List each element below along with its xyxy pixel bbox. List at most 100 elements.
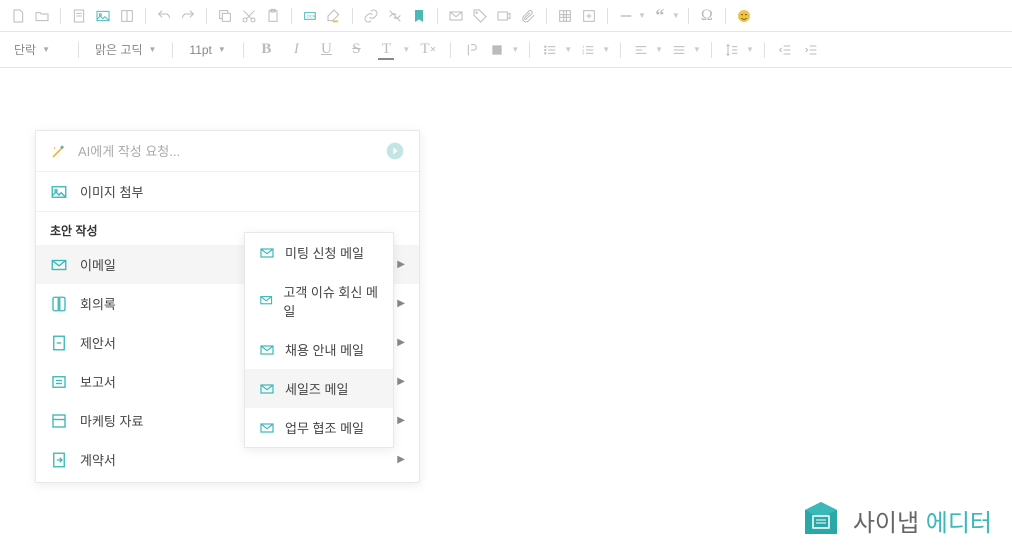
arrow-icon: ▶ [397, 454, 405, 465]
submenu-item-sales[interactable]: 세일즈 메일 [245, 369, 393, 408]
arrow-icon: ▶ [397, 298, 405, 309]
italic-button[interactable]: I [284, 38, 308, 62]
attach-image-item[interactable]: 이미지 첨부 [36, 172, 419, 211]
item-label: 채용 안내 메일 [285, 340, 364, 359]
caret-icon: ▼ [746, 45, 754, 54]
separator [546, 8, 547, 24]
font-select[interactable]: 맑은 고딕 ▼ [89, 39, 162, 60]
arrow-doc-icon [50, 451, 68, 469]
open-icon[interactable] [32, 6, 52, 26]
doc-icon [50, 334, 68, 352]
image-icon[interactable] [93, 6, 113, 26]
copy-icon[interactable] [215, 6, 235, 26]
separator [620, 42, 621, 58]
separator [764, 42, 765, 58]
mail-icon [259, 342, 275, 358]
paragraph-style-select[interactable]: 단락 ▼ [8, 39, 68, 60]
caret-icon: ▼ [511, 45, 519, 54]
separator [437, 8, 438, 24]
underline-button[interactable]: U [314, 38, 338, 62]
font-value: 맑은 고딕 [95, 41, 143, 58]
separator [243, 42, 244, 58]
bullet-list-icon[interactable] [540, 40, 560, 60]
paragraph-style-value: 단락 [14, 41, 36, 58]
submenu-item-hiring[interactable]: 채용 안내 메일 [245, 330, 393, 369]
bg-color-icon[interactable] [487, 40, 507, 60]
item-label: 미팅 신청 메일 [285, 243, 364, 262]
bookmark-icon[interactable] [409, 6, 429, 26]
cut-icon[interactable] [239, 6, 259, 26]
separator [206, 8, 207, 24]
menu-item-notice[interactable]: 공지사항 ▶ [36, 479, 419, 482]
ai-prompt-input[interactable] [78, 144, 385, 159]
submenu-item-coop[interactable]: 업무 협조 메일 [245, 408, 393, 447]
symbol-icon[interactable]: Ω [697, 6, 717, 26]
redo-icon[interactable] [178, 6, 198, 26]
table-icon[interactable] [555, 6, 575, 26]
caret-icon: ▼ [672, 11, 680, 20]
brand-name-1: 사이냅 [853, 510, 919, 537]
line-height-icon[interactable] [722, 40, 742, 60]
clear-format-button[interactable]: T✕ [416, 38, 440, 62]
highlight-icon[interactable] [324, 6, 344, 26]
caret-icon: ▼ [638, 11, 646, 20]
toolbar-row-1: OCR ▼ “ ▼ Ω [0, 0, 1012, 32]
arrow-icon: ▶ [397, 376, 405, 387]
item-label: 세일즈 메일 [285, 379, 348, 398]
arrow-icon: ▶ [397, 415, 405, 426]
align-justify-icon[interactable] [669, 40, 689, 60]
caret-icon: ▼ [42, 45, 50, 54]
wand-icon [50, 142, 68, 160]
emoji-icon[interactable] [734, 6, 754, 26]
separator [725, 8, 726, 24]
hr-icon[interactable] [616, 6, 636, 26]
ocr-icon[interactable]: OCR [300, 6, 320, 26]
font-size-select[interactable]: 11pt ▼ [183, 41, 233, 59]
layout-icon [50, 412, 68, 430]
outdent-icon[interactable] [775, 40, 795, 60]
insert-icon[interactable] [579, 6, 599, 26]
separator [607, 8, 608, 24]
font-size-value: 11pt [189, 43, 211, 57]
brand-logo-area: 사이냅 에디터 [801, 500, 992, 540]
separator [529, 42, 530, 58]
mail-icon [259, 293, 273, 309]
quote-icon[interactable]: “ [650, 6, 670, 26]
number-list-icon[interactable]: 123 [578, 40, 598, 60]
separator [78, 42, 79, 58]
video-icon[interactable] [494, 6, 514, 26]
separator [352, 8, 353, 24]
submenu-item-customer[interactable]: 고객 이슈 회신 메일 [245, 272, 393, 330]
brand-name-2: 에디터 [926, 510, 992, 537]
unlink-icon[interactable] [385, 6, 405, 26]
arrow-icon: ▶ [397, 337, 405, 348]
item-label: 고객 이슈 회신 메일 [283, 282, 379, 320]
strikethrough-button[interactable]: S [344, 38, 368, 62]
caret-icon: ▼ [149, 45, 157, 54]
undo-icon[interactable] [154, 6, 174, 26]
toolbar-row-2: 단락 ▼ 맑은 고딕 ▼ 11pt ▼ B I U S T ▼ T✕ ▼ ▼ 1… [0, 32, 1012, 68]
paste-icon[interactable] [263, 6, 283, 26]
caret-icon: ▼ [218, 45, 226, 54]
book-icon [50, 295, 68, 313]
link-icon[interactable] [361, 6, 381, 26]
align-left-icon[interactable] [631, 40, 651, 60]
bold-button[interactable]: B [254, 38, 278, 62]
mail-icon[interactable] [446, 6, 466, 26]
image-icon [50, 183, 68, 201]
text-color-button[interactable]: T [374, 38, 398, 62]
caret-icon: ▼ [602, 45, 610, 54]
submenu-item-meeting[interactable]: 미팅 신청 메일 [245, 233, 393, 272]
indent-icon[interactable] [801, 40, 821, 60]
mail-icon [259, 381, 275, 397]
layout-icon[interactable] [117, 6, 137, 26]
attachment-icon[interactable] [518, 6, 538, 26]
tag-icon[interactable] [470, 6, 490, 26]
caret-icon: ▼ [693, 45, 701, 54]
send-button[interactable] [385, 141, 405, 161]
svg-text:OCR: OCR [307, 13, 316, 18]
new-doc-icon[interactable] [8, 6, 28, 26]
separator [688, 8, 689, 24]
page-icon[interactable] [69, 6, 89, 26]
text-direction-icon[interactable] [461, 40, 481, 60]
